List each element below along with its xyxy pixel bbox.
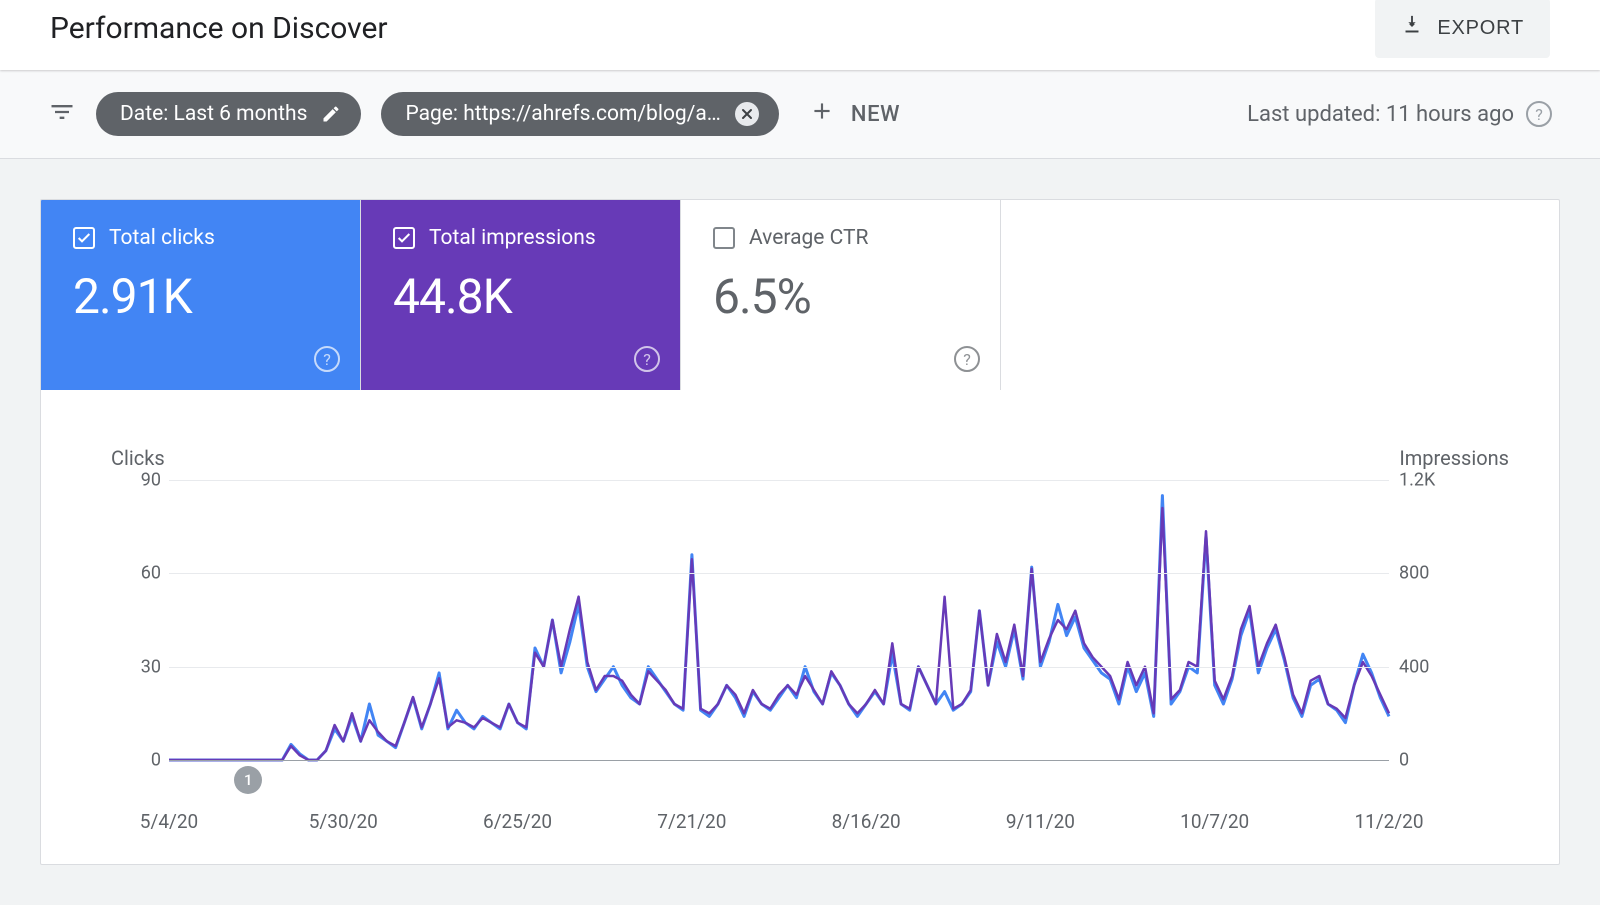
y-tick-left: 30 bbox=[121, 656, 161, 677]
x-tick: 7/21/20 bbox=[657, 810, 726, 833]
y-tick-left: 90 bbox=[121, 470, 161, 491]
filter-icon[interactable] bbox=[48, 98, 76, 130]
last-updated: Last updated: 11 hours ago ? bbox=[1247, 101, 1552, 127]
help-icon[interactable]: ? bbox=[954, 346, 980, 372]
y-tick-right: 1.2K bbox=[1399, 470, 1459, 491]
x-axis-labels: 5/4/205/30/206/25/207/21/208/16/209/11/2… bbox=[169, 810, 1389, 834]
help-icon[interactable]: ? bbox=[634, 346, 660, 372]
metric-clicks-label: Total clicks bbox=[109, 226, 215, 250]
chart-plot: 030609004008001.2K1 bbox=[169, 480, 1389, 760]
export-label: EXPORT bbox=[1437, 17, 1524, 40]
metric-ctr-value: 6.5% bbox=[713, 268, 974, 325]
performance-card: Total clicks 2.91K ? Total impressions 4… bbox=[40, 199, 1560, 865]
x-tick: 5/30/20 bbox=[309, 810, 378, 833]
new-filter-label: NEW bbox=[851, 102, 900, 127]
last-updated-label: Last updated: 11 hours ago bbox=[1247, 102, 1514, 127]
metric-tab-clicks[interactable]: Total clicks 2.91K ? bbox=[41, 200, 361, 390]
chart-series-impressions bbox=[169, 508, 1389, 760]
filter-chip-page[interactable]: Page: https://ahrefs.com/blog/a… bbox=[381, 92, 778, 136]
metric-impressions-label: Total impressions bbox=[429, 226, 596, 250]
metric-clicks-value: 2.91K bbox=[73, 268, 334, 325]
metric-ctr-label: Average CTR bbox=[749, 226, 868, 250]
help-icon[interactable]: ? bbox=[314, 346, 340, 372]
pencil-icon bbox=[321, 104, 341, 124]
help-icon[interactable]: ? bbox=[1526, 101, 1552, 127]
filter-bar: Date: Last 6 months Page: https://ahrefs… bbox=[0, 70, 1600, 159]
top-bar: Performance on Discover EXPORT bbox=[0, 0, 1600, 70]
y-axis-left-title: Clicks bbox=[111, 446, 165, 470]
x-tick: 6/25/20 bbox=[483, 810, 552, 833]
checkbox-icon bbox=[393, 227, 415, 249]
filter-chip-date[interactable]: Date: Last 6 months bbox=[96, 92, 361, 136]
checkbox-icon bbox=[713, 227, 735, 249]
plus-icon bbox=[809, 98, 835, 130]
export-button[interactable]: EXPORT bbox=[1375, 0, 1550, 58]
x-tick: 9/11/20 bbox=[1006, 810, 1075, 833]
chart-annotation[interactable]: 1 bbox=[234, 766, 262, 794]
filter-chip-date-label: Date: Last 6 months bbox=[120, 102, 307, 126]
y-tick-left: 0 bbox=[121, 750, 161, 771]
y-tick-right: 800 bbox=[1399, 563, 1459, 584]
close-icon[interactable] bbox=[735, 102, 759, 126]
new-filter-button[interactable]: NEW bbox=[799, 92, 910, 136]
y-tick-right: 0 bbox=[1399, 750, 1459, 771]
filter-chip-page-label: Page: https://ahrefs.com/blog/a… bbox=[405, 102, 720, 126]
chart-area: Clicks Impressions 030609004008001.2K1 5… bbox=[41, 390, 1559, 864]
download-icon bbox=[1401, 14, 1423, 42]
metric-tab-ctr[interactable]: Average CTR 6.5% ? bbox=[681, 200, 1001, 390]
y-tick-left: 60 bbox=[121, 563, 161, 584]
x-tick: 10/7/20 bbox=[1180, 810, 1249, 833]
x-tick: 11/2/20 bbox=[1354, 810, 1423, 833]
checkbox-icon bbox=[73, 227, 95, 249]
y-tick-right: 400 bbox=[1399, 656, 1459, 677]
metric-tab-impressions[interactable]: Total impressions 44.8K ? bbox=[361, 200, 681, 390]
metric-impressions-value: 44.8K bbox=[393, 268, 654, 325]
y-axis-right-title: Impressions bbox=[1399, 446, 1509, 470]
x-tick: 8/16/20 bbox=[832, 810, 901, 833]
x-tick: 5/4/20 bbox=[140, 810, 198, 833]
metric-tabs: Total clicks 2.91K ? Total impressions 4… bbox=[41, 200, 1559, 390]
page-title: Performance on Discover bbox=[50, 11, 388, 46]
